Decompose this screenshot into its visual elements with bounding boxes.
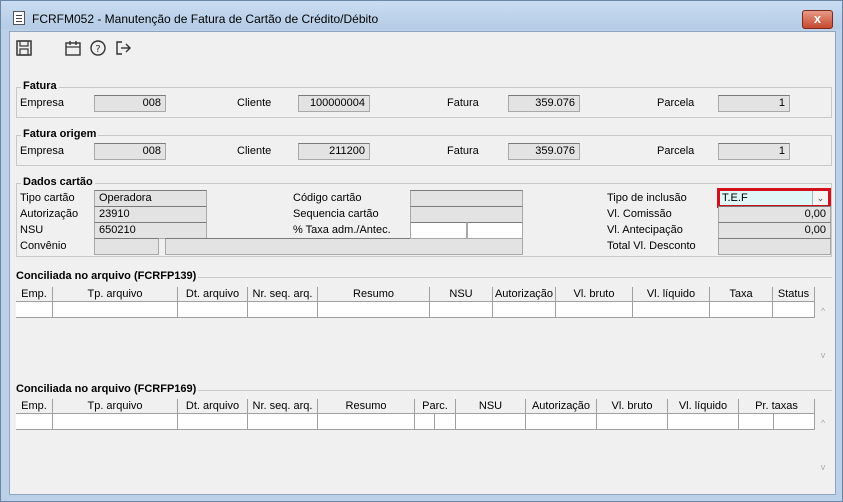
col-nr-seq[interactable]: Nr. seq. arq. (248, 287, 318, 302)
taxa-adm-field[interactable] (410, 222, 467, 239)
table-row[interactable] (16, 302, 815, 318)
origem-cliente-field[interactable]: 211200 (298, 143, 370, 160)
grid-fcrfp169[interactable]: Emp. Tp. arquivo Dt. arquivo Nr. seq. ar… (16, 399, 830, 482)
group-fcrfp139-title: Conciliada no arquivo (FCRFP139) (14, 270, 199, 282)
document-icon (13, 11, 25, 25)
fatura-label: Fatura (447, 97, 479, 109)
group-fatura-title: Fatura (21, 80, 59, 92)
grid-fcrfp139[interactable]: Emp. Tp. arquivo Dt. arquivo Nr. seq. ar… (16, 287, 830, 367)
grid139-header: Emp. Tp. arquivo Dt. arquivo Nr. seq. ar… (16, 287, 815, 302)
origem-fatura-label: Fatura (447, 145, 479, 157)
col-autorizacao[interactable]: Autorização (493, 287, 556, 302)
convenio-code-field[interactable] (94, 238, 159, 255)
col-resumo[interactable]: Resumo (318, 399, 415, 414)
nsu-label: NSU (20, 224, 44, 236)
empresa-field[interactable]: 008 (94, 95, 166, 112)
grid169-header: Emp. Tp. arquivo Dt. arquivo Nr. seq. ar… (16, 399, 815, 414)
total-desconto-label: Total Vl. Desconto (607, 240, 696, 252)
client-area: ? Fatura Empresa 008 Cliente 100000004 F… (9, 31, 836, 495)
group-fatura-origem: Fatura origem Empresa 008 Cliente 211200… (16, 128, 832, 166)
col-dt-arquivo[interactable]: Dt. arquivo (178, 287, 248, 302)
sequencia-cartao-field[interactable] (410, 206, 523, 223)
col-emp[interactable]: Emp. (16, 287, 53, 302)
tipo-inclusao-value: T.E.F (722, 192, 748, 204)
parcela-field[interactable]: 1 (718, 95, 790, 112)
chevron-down-icon[interactable]: ⌄ (812, 191, 828, 205)
group-dados-cartao: Dados cartão Tipo cartão Operadora Autor… (16, 176, 832, 257)
group-fatura-origem-title: Fatura origem (21, 128, 99, 140)
tipo-cartao-field[interactable]: Operadora (94, 190, 207, 207)
tipo-cartao-label: Tipo cartão (20, 192, 75, 204)
total-desconto-field[interactable] (718, 238, 831, 255)
sequencia-cartao-label: Sequencia cartão (293, 208, 379, 220)
origem-empresa-label: Empresa (20, 145, 65, 157)
col-tp-arquivo[interactable]: Tp. arquivo (53, 399, 178, 414)
tipo-inclusao-label: Tipo de inclusão (607, 192, 687, 204)
origem-cliente-label: Cliente (237, 145, 272, 157)
taxa-antec-field[interactable] (467, 222, 523, 239)
scroll-up-icon[interactable]: ^ (816, 418, 830, 428)
table-row[interactable] (16, 414, 815, 430)
scroll-down-icon[interactable]: v (816, 350, 830, 360)
vl-antecipacao-field[interactable]: 0,00 (718, 222, 831, 239)
toolbar: ? (10, 32, 835, 68)
main-window: FCRFM052 - Manutenção de Fatura de Cartã… (0, 0, 843, 502)
col-nr-seq[interactable]: Nr. seq. arq. (248, 399, 318, 414)
group-fatura: Fatura Empresa 008 Cliente 100000004 Fat… (16, 80, 832, 118)
svg-text:?: ? (95, 44, 100, 55)
taxa-label: % Taxa adm./Antec. (293, 224, 391, 236)
autorizacao-label: Autorização (20, 208, 79, 220)
save-icon[interactable] (15, 39, 35, 59)
col-status[interactable]: Status (773, 287, 815, 302)
col-vl-liquido[interactable]: Vl. líquido (633, 287, 710, 302)
col-resumo[interactable]: Resumo (318, 287, 430, 302)
vl-comissao-label: Vl. Comissão (607, 208, 672, 220)
convenio-name-field[interactable] (165, 238, 523, 255)
col-pr-taxas[interactable]: Pr. taxas (739, 399, 815, 414)
origem-parcela-label: Parcela (657, 145, 695, 157)
origem-parcela-field[interactable]: 1 (718, 143, 790, 160)
tipo-inclusao-select[interactable]: T.E.F ⌄ (717, 188, 831, 208)
col-tp-arquivo[interactable]: Tp. arquivo (53, 287, 178, 302)
calendar-icon[interactable] (64, 39, 84, 59)
cliente-field[interactable]: 100000004 (298, 95, 370, 112)
close-button[interactable]: x (802, 10, 833, 29)
window-title: FCRFM052 - Manutenção de Fatura de Cartã… (32, 12, 379, 26)
col-vl-liquido[interactable]: Vl. líquido (668, 399, 739, 414)
vl-comissao-field[interactable]: 0,00 (718, 206, 831, 223)
vl-antecipacao-label: Vl. Antecipação (607, 224, 683, 236)
convenio-label: Convênio (20, 240, 67, 252)
col-nsu[interactable]: NSU (456, 399, 526, 414)
codigo-cartao-field[interactable] (410, 190, 523, 207)
col-vl-bruto[interactable]: Vl. bruto (597, 399, 668, 414)
cliente-label: Cliente (237, 97, 272, 109)
parcela-label: Parcela (657, 97, 695, 109)
col-parc[interactable]: Parc. (415, 399, 456, 414)
nsu-field[interactable]: 650210 (94, 222, 207, 239)
col-autorizacao[interactable]: Autorização (526, 399, 597, 414)
fatura-field[interactable]: 359.076 (508, 95, 580, 112)
col-emp[interactable]: Emp. (16, 399, 53, 414)
col-nsu[interactable]: NSU (430, 287, 493, 302)
col-taxa[interactable]: Taxa (710, 287, 773, 302)
col-dt-arquivo[interactable]: Dt. arquivo (178, 399, 248, 414)
group-fcrfp169-title: Conciliada no arquivo (FCRFP169) (14, 383, 199, 395)
group-dados-cartao-title: Dados cartão (21, 176, 95, 188)
scroll-up-icon[interactable]: ^ (816, 306, 830, 316)
exit-icon[interactable] (114, 39, 134, 59)
autorizacao-field[interactable]: 23910 (94, 206, 207, 223)
origem-fatura-field[interactable]: 359.076 (508, 143, 580, 160)
codigo-cartao-label: Código cartão (293, 192, 362, 204)
title-bar[interactable]: FCRFM052 - Manutenção de Fatura de Cartã… (1, 1, 842, 29)
help-icon[interactable]: ? (89, 39, 109, 59)
scroll-down-icon[interactable]: v (816, 462, 830, 472)
col-vl-bruto[interactable]: Vl. bruto (556, 287, 633, 302)
origem-empresa-field[interactable]: 008 (94, 143, 166, 160)
empresa-label: Empresa (20, 97, 65, 109)
